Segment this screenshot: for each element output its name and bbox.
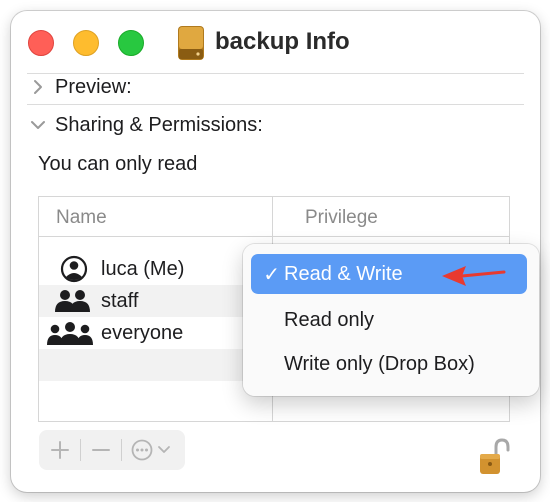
permissions-toolbar <box>39 430 185 470</box>
window-title: backup Info <box>215 28 350 55</box>
group-icon <box>55 290 90 312</box>
checkmark-icon: ✓ <box>263 263 280 286</box>
unlocked-padlock-icon[interactable] <box>478 438 510 476</box>
action-menu-button[interactable] <box>125 430 183 470</box>
add-button[interactable] <box>43 430 77 470</box>
sharing-section-header[interactable]: Sharing & Permissions: <box>29 109 263 141</box>
close-button[interactable] <box>28 30 54 56</box>
everyone-icon <box>47 322 93 345</box>
menu-item-label: Read & Write <box>284 262 403 285</box>
chevron-right-icon <box>34 80 42 94</box>
red-arrow-annotation-icon <box>442 266 506 286</box>
row-name: staff <box>101 290 139 312</box>
remove-button[interactable] <box>84 430 118 470</box>
minimize-button[interactable] <box>73 30 99 56</box>
plus-icon <box>51 441 69 459</box>
title-bar: backup Info <box>11 11 540 73</box>
column-header-name[interactable]: Name <box>56 207 107 229</box>
minus-icon <box>92 449 110 451</box>
maximize-button[interactable] <box>118 30 144 56</box>
table-header: Name Privilege <box>39 197 509 237</box>
row-name: luca (Me) <box>101 258 185 280</box>
menu-item-write-only[interactable]: Write only (Drop Box) <box>251 344 527 384</box>
menu-item-label: Write only (Drop Box) <box>284 352 475 375</box>
preview-section-header[interactable]: Preview: <box>29 71 132 103</box>
ellipsis-circle-icon <box>131 439 170 461</box>
sharing-label: Sharing & Permissions: <box>55 113 263 136</box>
external-drive-icon <box>178 26 204 60</box>
menu-item-read-only[interactable]: Read only <box>251 300 527 340</box>
toolbar-separator <box>80 439 81 461</box>
toolbar-separator <box>121 439 122 461</box>
menu-item-label: Read only <box>284 308 375 331</box>
row-name: everyone <box>101 322 184 344</box>
chevron-down-icon <box>31 121 45 129</box>
permission-note: You can only read <box>38 153 198 175</box>
separator <box>27 104 524 105</box>
person-icon <box>60 255 88 283</box>
preview-label: Preview: <box>55 75 132 98</box>
column-header-privilege[interactable]: Privilege <box>305 207 378 229</box>
